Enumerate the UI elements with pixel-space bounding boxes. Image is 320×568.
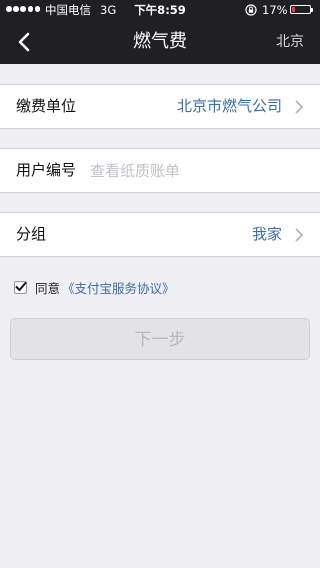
page-title: 燃气费 <box>133 31 187 52</box>
payment-unit-value: 北京市燃气公司 <box>176 97 282 115</box>
payment-unit-label: 缴费单位 <box>16 97 77 115</box>
agreement-text: 同意 <box>35 280 61 296</box>
service-agreement-link[interactable]: 《支付宝服务协议》 <box>62 278 175 297</box>
top-bar: 中国电信 3G 下午8:59 17% 燃气费 北京 <box>0 0 320 64</box>
battery-fill <box>292 7 295 12</box>
battery-icon <box>290 5 311 14</box>
next-step-button[interactable]: 下一步 <box>10 318 310 360</box>
user-id-row: 用户编号 <box>0 148 320 193</box>
agreement-checkbox[interactable] <box>14 280 27 294</box>
user-id-input[interactable] <box>90 149 300 192</box>
checkmark-icon <box>15 281 27 291</box>
nav-bar: 燃气费 北京 <box>0 20 320 64</box>
battery-percent: 17% <box>262 3 288 17</box>
payment-unit-row[interactable]: 缴费单位 北京市燃气公司 <box>0 84 320 129</box>
group-row[interactable]: 分组 我家 <box>0 212 320 257</box>
chevron-right-icon <box>295 228 303 242</box>
user-id-label: 用户编号 <box>16 161 77 179</box>
group-label: 分组 <box>16 225 47 243</box>
battery-tip <box>311 8 313 12</box>
status-bar: 中国电信 3G 下午8:59 17% <box>0 0 320 20</box>
group-value: 我家 <box>251 225 282 243</box>
orientation-lock-icon <box>245 4 257 16</box>
chevron-right-icon <box>295 100 303 114</box>
agreement-row: 同意 《支付宝服务协议》 <box>14 278 175 296</box>
city-selector[interactable]: 北京 <box>276 20 304 64</box>
